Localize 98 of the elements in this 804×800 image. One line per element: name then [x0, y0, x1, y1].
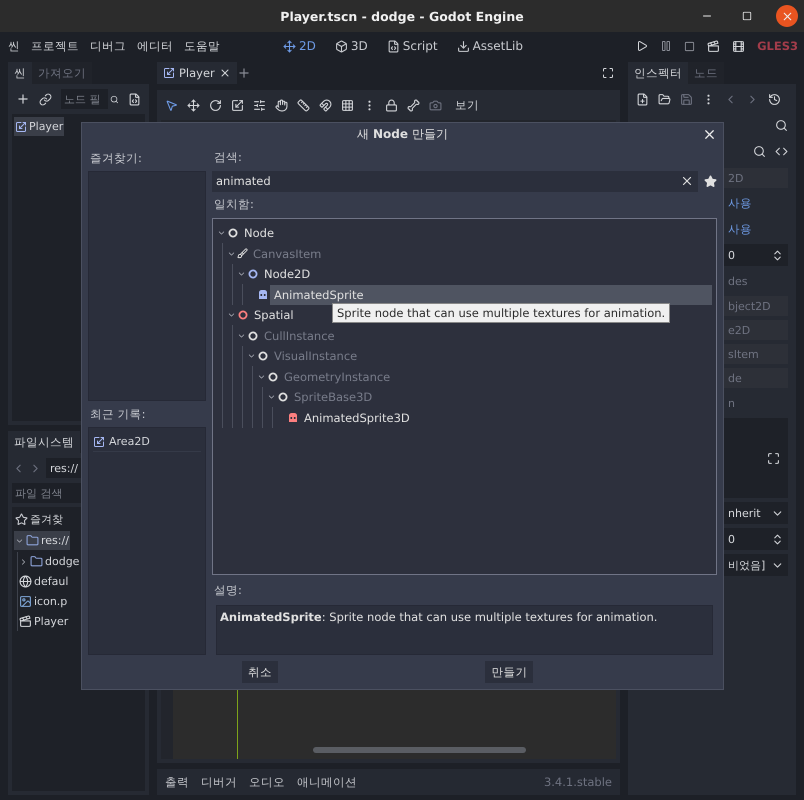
expand-icon: [767, 452, 780, 464]
ruler-icon: [297, 98, 310, 112]
favorite-button[interactable]: [704, 174, 717, 188]
section-title: e2D: [728, 324, 750, 336]
close-button[interactable]: [776, 5, 798, 27]
section-label: 즐겨찾기:: [89, 150, 143, 166]
checkbox-label[interactable]: 사용: [728, 196, 752, 210]
menu-item[interactable]: 에디터: [137, 38, 173, 54]
grid-icon: [341, 98, 354, 112]
dock-tab[interactable]: 파일시스템: [8, 431, 80, 453]
bottom-tab[interactable]: 오디오: [249, 774, 285, 790]
select-icon: [165, 98, 178, 112]
version-label: 3.4.1.stable: [544, 775, 612, 789]
link-icon: [39, 92, 52, 106]
file-name: 즐겨찾: [30, 512, 63, 527]
recent-item[interactable]: Area2D: [109, 435, 150, 448]
bottom-tab[interactable]: 애니메이션: [297, 774, 357, 790]
fullscreen-icon: [602, 67, 614, 79]
section-label: 설명:: [213, 582, 243, 599]
folder-icon: [30, 555, 43, 568]
star-icon: [15, 513, 28, 526]
close-icon: [780, 10, 794, 22]
hand-icon: [275, 98, 288, 112]
menu-item[interactable]: 도움말: [184, 38, 220, 54]
section-label: 최근 기록:: [89, 406, 147, 422]
dialog-button[interactable]: 만들기: [485, 661, 534, 683]
file-name: Player: [34, 615, 68, 628]
dock-tab[interactable]: 씬: [8, 62, 32, 84]
rotate-icon: [209, 98, 222, 112]
dock-tab[interactable]: 인스펙터: [628, 62, 688, 84]
menu-item[interactable]: 프로젝트: [31, 38, 79, 54]
section-label: 검색:: [213, 149, 243, 166]
tooltip: Sprite node that can use multiple textures for animation.: [332, 303, 670, 323]
section-title: de: [728, 372, 742, 384]
globe-icon: [19, 575, 32, 588]
doc-search-icon: [775, 118, 788, 132]
history-icon: [768, 92, 781, 106]
menu-item[interactable]: 디버그: [90, 38, 126, 54]
star-icon: [704, 174, 717, 188]
node-type[interactable]: Node: [240, 223, 278, 244]
clear-button[interactable]: [676, 170, 698, 192]
file-name: dodge: [45, 555, 80, 568]
scene-tab[interactable]: Player: [157, 62, 237, 84]
section-title: 2D: [728, 172, 744, 184]
dialog-title: 새 Node 만들기: [357, 126, 448, 142]
property-label: des: [728, 274, 748, 288]
open-folder-icon: [658, 92, 671, 106]
checkbox-label[interactable]: 사용: [728, 222, 752, 236]
magnet-icon: [319, 98, 332, 112]
workspace-tab[interactable]: Script: [382, 39, 442, 53]
filter-field[interactable]: 노드 필: [61, 89, 108, 109]
close-icon[interactable]: [218, 67, 231, 79]
bottom-tab[interactable]: 출력: [165, 774, 189, 790]
section-title: sItem: [728, 348, 759, 360]
bottom-tab[interactable]: 디버거: [201, 774, 237, 790]
axes-icon: [283, 40, 296, 52]
stop-icon: [684, 40, 696, 52]
workspace-tab[interactable]: 3D: [330, 39, 372, 53]
lock-icon: [385, 98, 398, 112]
property-label: n: [728, 396, 735, 410]
file-name: res://: [41, 534, 69, 547]
node-type[interactable]: Spatial: [250, 305, 298, 326]
image-icon: [19, 595, 32, 608]
clapperboard-icon: [707, 40, 720, 52]
window-title: Player.tscn - dodge - Godot Engine: [280, 8, 524, 24]
cube-icon: [334, 40, 348, 52]
script-icon: [386, 40, 400, 52]
scale-icon: [231, 98, 244, 112]
save-icon: [680, 92, 693, 106]
folder-icon: [26, 534, 39, 547]
clapperboard-icon: [19, 615, 32, 628]
scrollbar[interactable]: [313, 747, 526, 753]
workspace-tab[interactable]: 2D: [279, 39, 320, 53]
dialog-button[interactable]: 취소: [242, 661, 278, 683]
script-icon: [128, 92, 141, 106]
play-icon: [636, 40, 648, 52]
move-icon: [187, 98, 200, 112]
camera-icon: [429, 98, 442, 112]
search-field[interactable]: animated: [212, 170, 676, 192]
download-icon: [456, 40, 470, 52]
section-title: bject2D: [728, 300, 771, 312]
search-icon: [753, 144, 766, 158]
search-icon: [110, 94, 119, 104]
view-menu[interactable]: 보기: [451, 98, 483, 112]
bone-icon: [407, 98, 420, 112]
new-file-icon: [636, 92, 649, 106]
pause-icon: [660, 40, 672, 52]
film-icon: [732, 40, 746, 52]
add-tab-icon: [236, 66, 251, 80]
add-icon: [16, 92, 30, 106]
expand-caret-icon[interactable]: [19, 556, 28, 566]
section-label: 일치함:: [213, 196, 255, 214]
workspace-tab[interactable]: AssetLib: [452, 39, 527, 53]
maximize-icon: [742, 11, 752, 21]
description-text: AnimatedSprite: Sprite node that can use multiple textures for animation.: [220, 610, 658, 624]
file-name: icon.p: [34, 595, 68, 608]
file-name: defaul: [34, 575, 68, 588]
menu-item[interactable]: 씬: [8, 38, 20, 54]
